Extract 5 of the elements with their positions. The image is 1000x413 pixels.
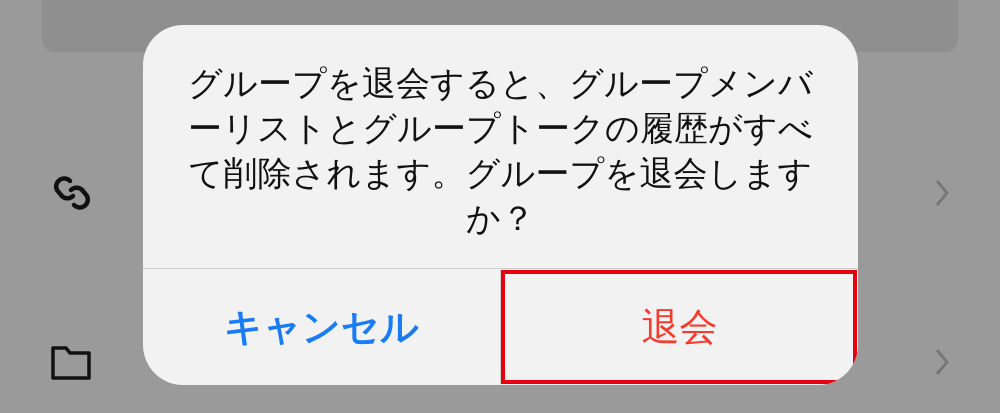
leave-button[interactable]: 退会 [500,269,858,385]
alert-message: グループを退会すると、グループメンバーリストとグループトークの履歴がすべて削除されます。グループを退会しますか？ [187,62,814,240]
chevron-right-icon[interactable] [934,178,950,208]
cancel-button[interactable]: キャンセル [143,269,500,385]
chevron-right-icon[interactable] [934,347,950,377]
